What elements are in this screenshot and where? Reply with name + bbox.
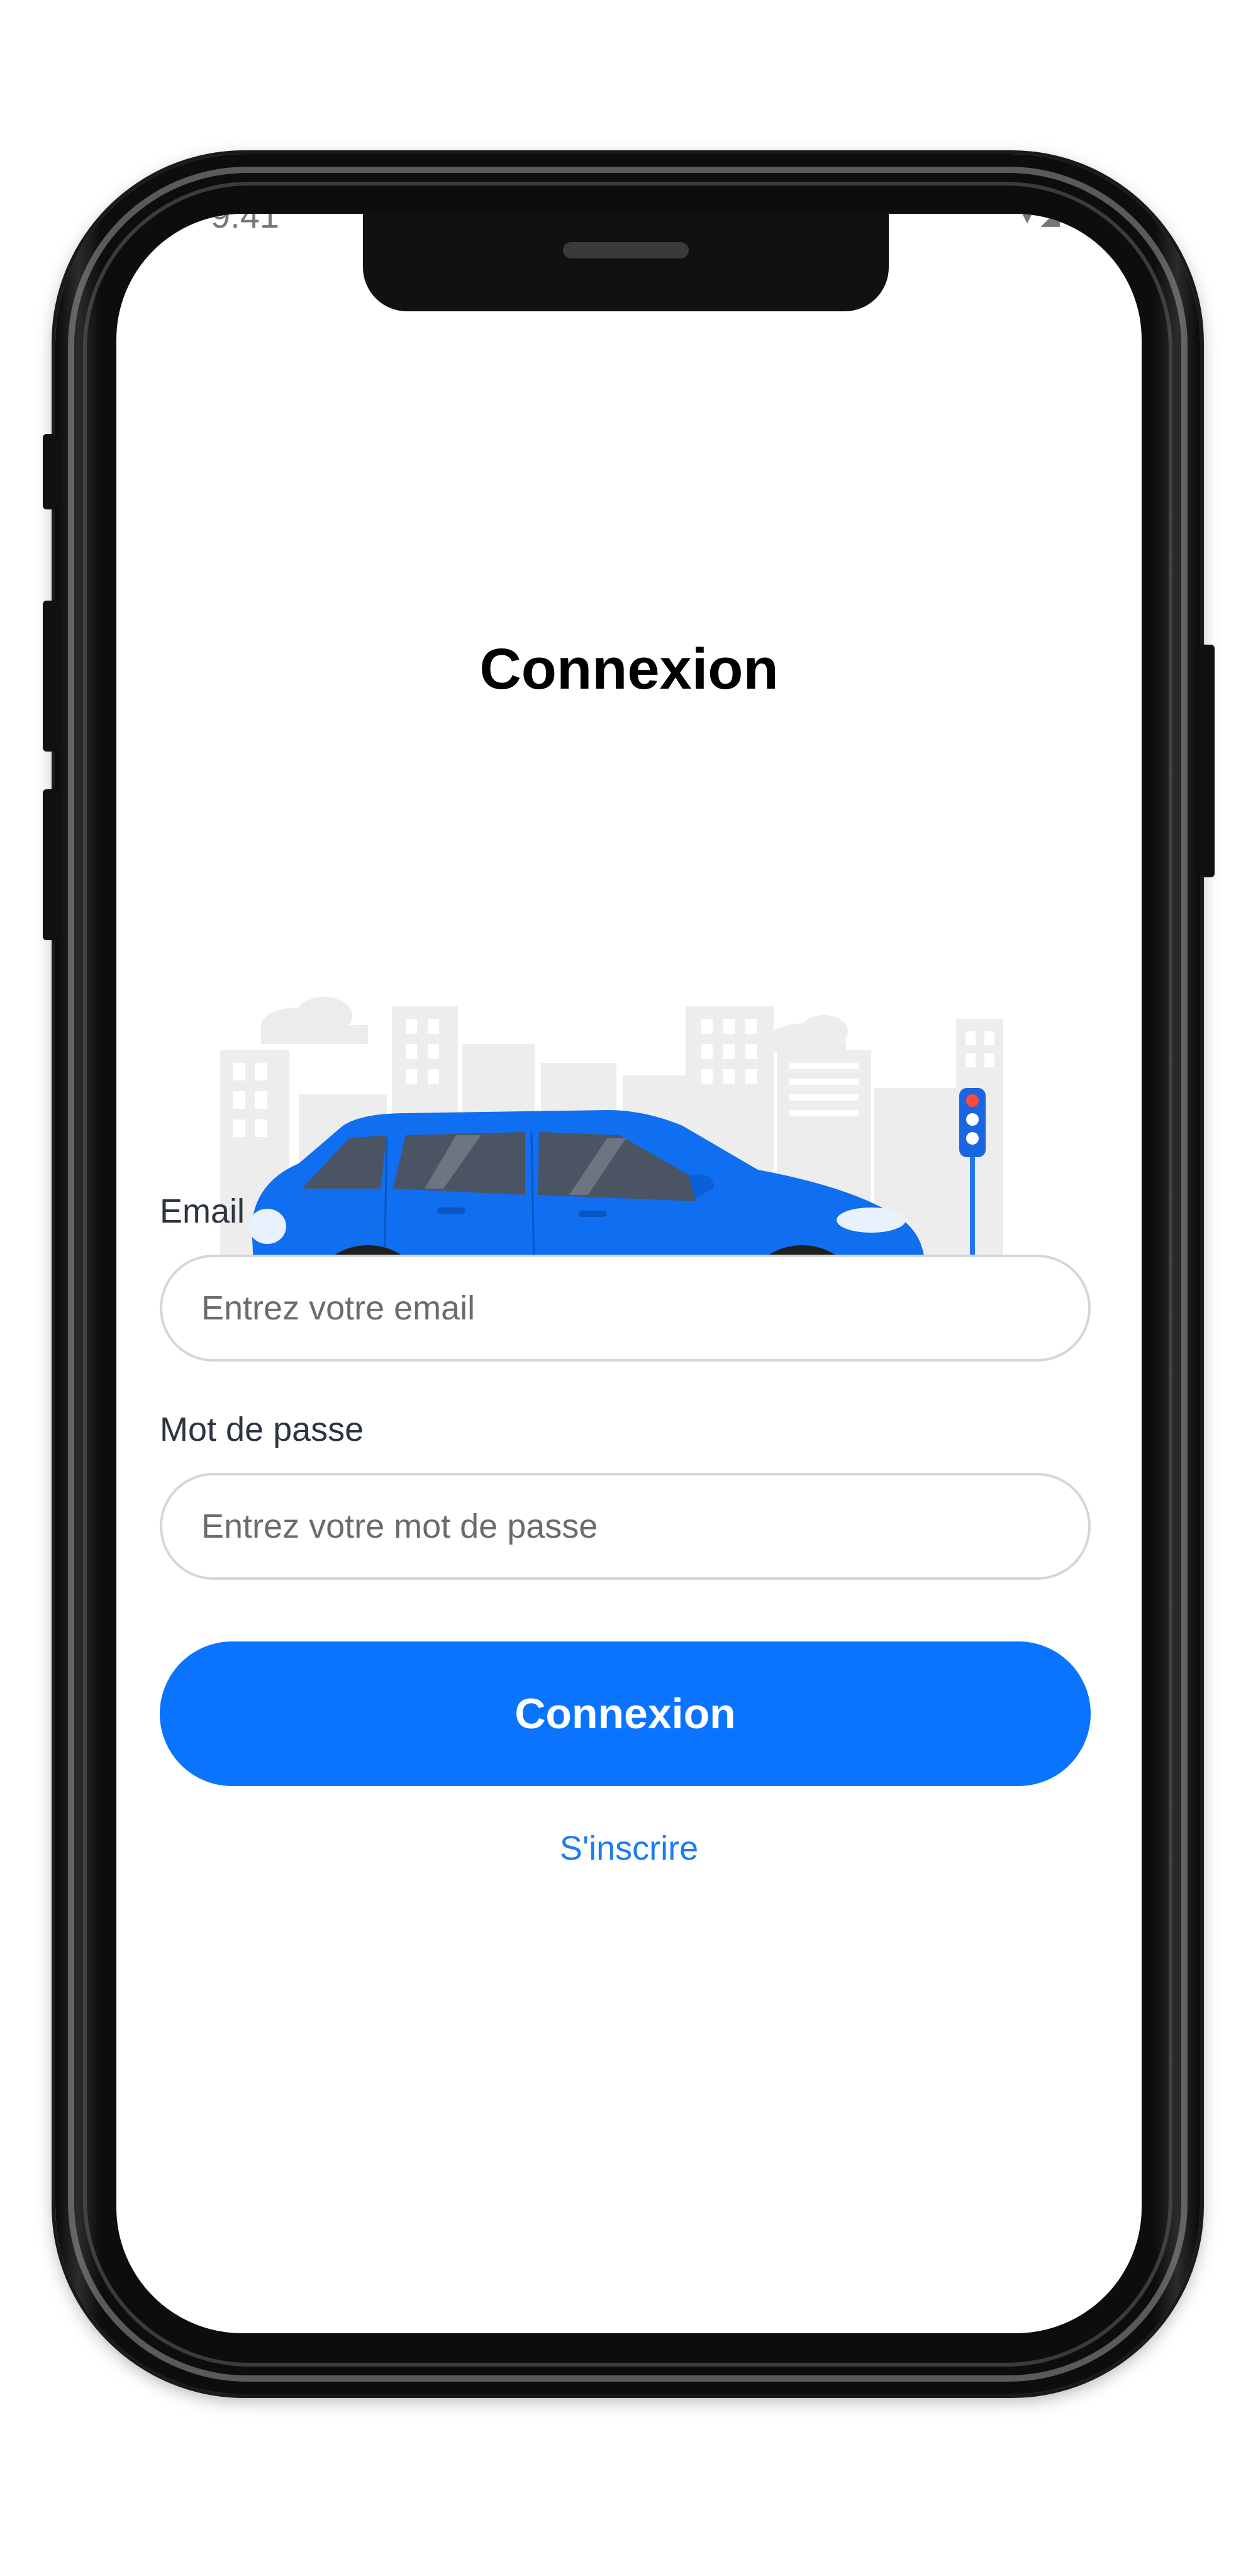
power-button: [1198, 645, 1215, 877]
silent-switch: [43, 434, 59, 509]
status-time: 9:41: [211, 214, 279, 235]
password-field[interactable]: [160, 1473, 1091, 1580]
notch: [363, 214, 889, 311]
speaker: [563, 242, 689, 258]
signup-link[interactable]: S'inscrire: [116, 1829, 1142, 1868]
email-label: Email: [160, 1192, 245, 1230]
email-field[interactable]: [160, 1255, 1091, 1362]
volume-up-button: [43, 601, 59, 752]
volume-down-button: [43, 789, 59, 940]
page-title: Connexion: [479, 637, 779, 701]
phone-screen: 9:41 ▾ ◢ Connexion Email Entrez votre em…: [116, 214, 1142, 2333]
login-button[interactable]: Connexion: [160, 1641, 1091, 1786]
status-icons: ▾ ◢: [1021, 214, 1060, 230]
password-label: Mot de passe: [160, 1411, 364, 1448]
